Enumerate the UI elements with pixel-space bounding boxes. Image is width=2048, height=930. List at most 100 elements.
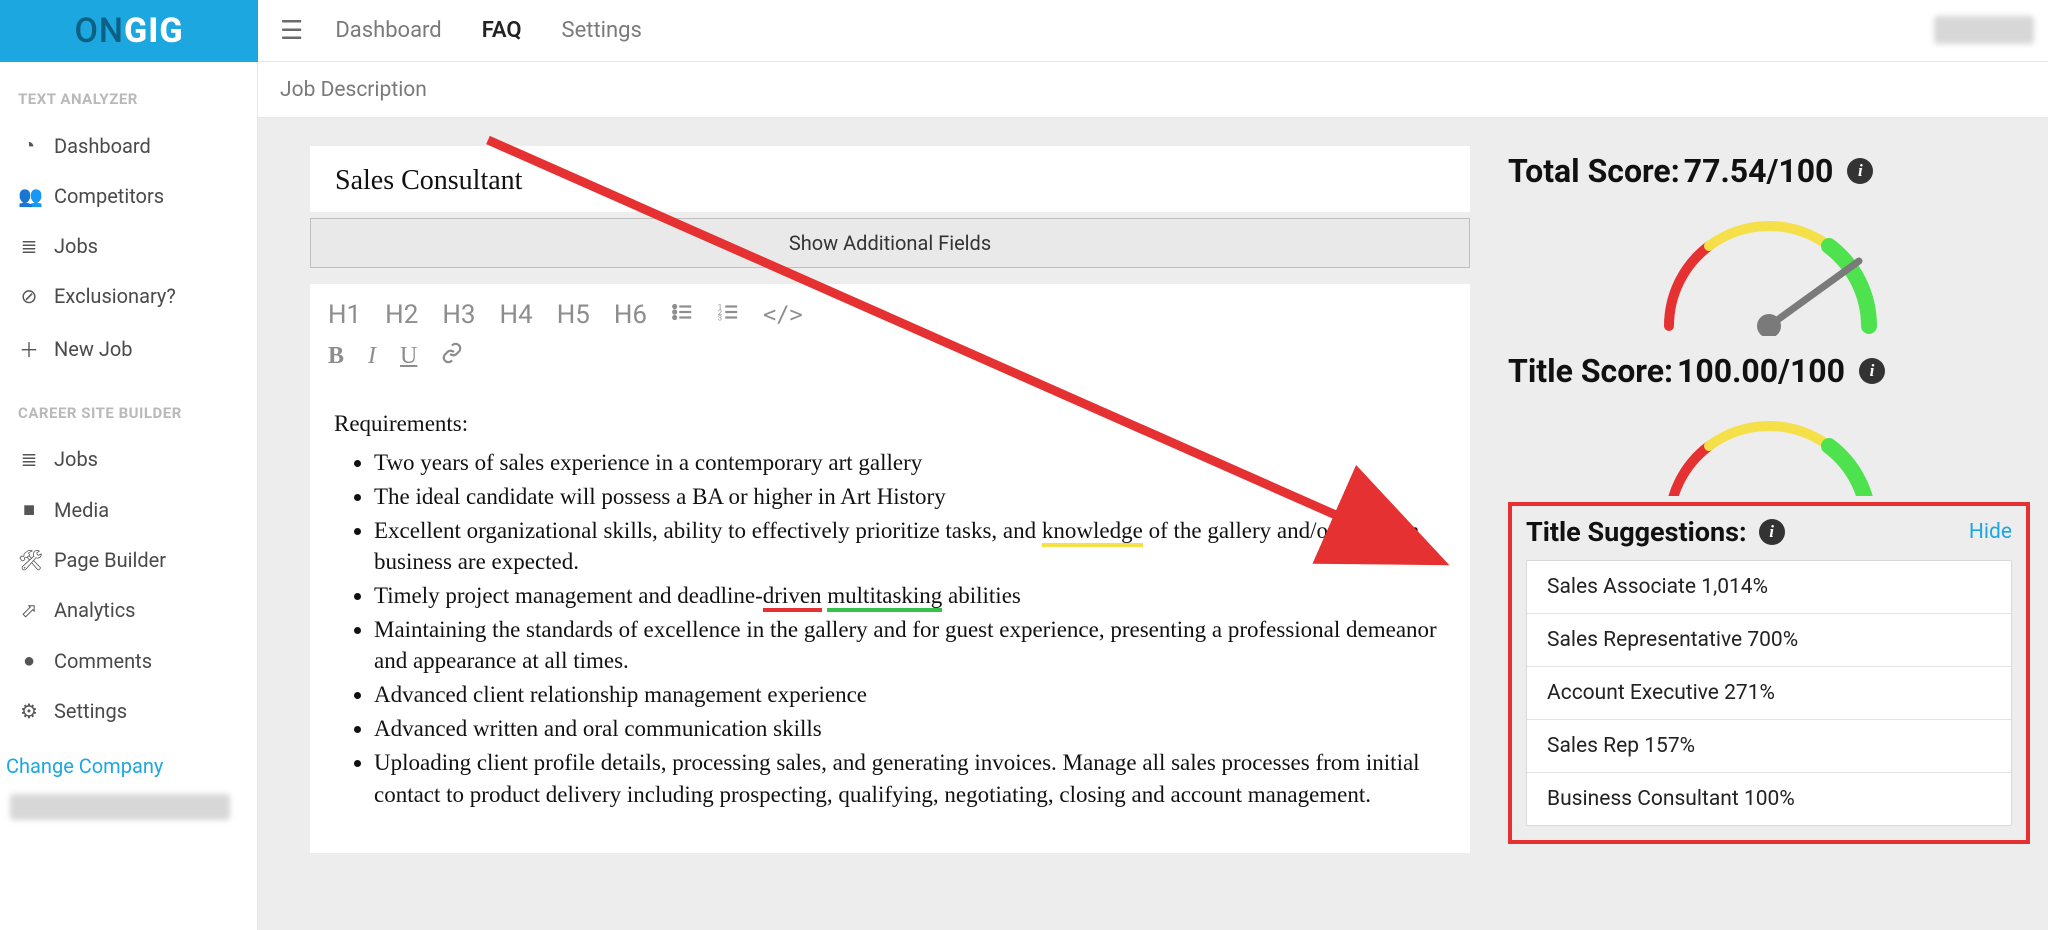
sidebar-item-competitors[interactable]: 👥 Competitors [0,171,257,221]
breadcrumb-text: Job Description [280,78,427,102]
requirement-item: Advanced client relationship management … [374,679,1446,710]
change-company-link[interactable]: Change Company [0,736,257,782]
requirement-item: Timely project management and deadline-d… [374,580,1446,611]
topbar: ☰ Dashboard FAQ Settings [258,0,2048,62]
sidebar-item-label: Exclusionary? [54,284,176,308]
sidebar-item-settings[interactable]: ⚙ Settings [0,686,257,736]
list-icon: ≣ [18,234,40,258]
editor-body[interactable]: Requirements: Two years of sales experie… [310,380,1470,853]
gauge-total [1508,200,2030,340]
sidebar-item-label: Media [54,498,109,522]
requirement-item: Uploading client profile details, proces… [374,747,1446,809]
info-icon[interactable]: i [1847,158,1873,184]
title-suggestion[interactable]: Account Executive 271% [1527,666,2011,719]
info-icon[interactable]: i [1759,519,1785,545]
breadcrumb: Job Description [258,62,2048,118]
link-button[interactable] [441,342,463,370]
sidebar: ONGIG TEXT ANALYZER ◔ Dashboard 👥 Competito… [0,0,258,930]
sidebar-item-exclusionary-[interactable]: ⊘ Exclusionary? [0,271,257,321]
title-score-value: 100.00/100 [1677,352,1845,390]
title-suggestion[interactable]: Sales Associate 1,014% [1527,561,2011,613]
title-suggestion[interactable]: Sales Representative 700% [1527,613,2011,666]
brand-first: ON [74,11,124,51]
h2-button[interactable]: H2 [385,300,418,330]
total-score-value: 77.54/100 [1684,152,1834,190]
sidebar-item-label: Analytics [54,598,136,622]
title-suggestions-header: Title Suggestions: i Hide [1526,516,2012,548]
info-icon[interactable]: i [1859,358,1885,384]
total-score-label: Total Score: [1508,152,1680,190]
ban-icon: ⊘ [18,284,40,308]
hammer-icon: 🛠 [18,548,40,572]
topnav-dashboard[interactable]: Dashboard [335,18,441,43]
gauge-title [1508,400,2030,496]
sidebar-item-jobs[interactable]: ≣ Jobs [0,221,257,271]
job-title-card: Sales Consultant [310,146,1470,212]
sidebar-item-label: Settings [54,699,127,723]
requirement-item: The ideal candidate will possess a BA or… [374,481,1446,512]
total-score-line: Total Score: 77.54/100 i [1508,146,2030,200]
topnav-settings[interactable]: Settings [562,18,642,43]
redacted-company-name [10,794,230,820]
sidebar-item-label: Jobs [54,234,98,258]
topnav-faq[interactable]: FAQ [482,18,522,43]
h1-button[interactable]: H1 [328,300,361,330]
sidebar-item-label: Comments [54,649,152,673]
sidebar-item-comments[interactable]: ● Comments [0,635,257,686]
redacted-user-name [1934,16,2034,44]
bold-button[interactable]: B [328,343,344,370]
title-score-label: Title Score: [1508,352,1673,390]
sidebar-item-label: Page Builder [54,548,166,572]
hide-suggestions-link[interactable]: Hide [1969,520,2012,544]
people-icon: 👥 [18,184,40,208]
sidebar-item-label: Competitors [54,184,164,208]
sidebar-item-page-builder[interactable]: 🛠 Page Builder [0,535,257,585]
hamburger-icon[interactable]: ☰ [280,16,303,46]
title-suggestions-list: Sales Associate 1,014%Sales Representati… [1526,560,2012,826]
requirement-item: Two years of sales experience in a conte… [374,447,1446,478]
chat-icon: ● [18,648,40,673]
video-icon: ■ [18,497,40,522]
brand-logo[interactable]: ONGIG [0,0,258,62]
show-additional-fields-button[interactable]: Show Additional Fields [310,218,1470,268]
sidebar-section-career-site-builder: CAREER SITE BUILDER [0,376,257,434]
sidebar-section-text-analyzer: TEXT ANALYZER [0,62,257,120]
underline-button[interactable]: U [400,343,417,370]
h6-button[interactable]: H6 [614,300,647,330]
job-title[interactable]: Sales Consultant [335,165,1445,197]
requirement-item: Maintaining the standards of excellence … [374,614,1446,676]
title-suggestion[interactable]: Business Consultant 100% [1527,772,2011,825]
sidebar-item-label: Jobs [54,447,98,471]
sidebar-item-analytics[interactable]: ⬀Analytics [0,585,257,635]
title-suggestion[interactable]: Sales Rep 157% [1527,719,2011,772]
code-button[interactable]: </> [763,303,803,328]
numbered-list-button[interactable]: 123 [717,300,739,330]
sidebar-item-label: Dashboard [54,134,151,158]
sidebar-item-jobs[interactable]: ≣ Jobs [0,434,257,484]
editor-toolbar: H1 H2 H3 H4 H5 H6 123 </> B I U [310,284,1470,380]
editor-column: Sales Consultant Show Additional Fields … [310,146,1470,930]
workspace: Sales Consultant Show Additional Fields … [258,118,2048,930]
sidebar-item-dashboard[interactable]: ◔ Dashboard [0,120,257,171]
title-suggestions-label: Title Suggestions: [1526,516,1747,548]
list-icon: ≣ [18,447,40,471]
plus-icon: ＋ [18,334,40,363]
top-nav: Dashboard FAQ Settings [335,18,642,43]
brand-second: GIG [124,11,183,51]
svg-text:3: 3 [718,313,722,322]
h5-button[interactable]: H5 [557,300,590,330]
gear-icon: ⚙ [18,699,40,723]
bullets-button[interactable] [671,300,693,330]
sidebar-item-label: New Job [54,337,133,361]
requirements-heading: Requirements: [334,408,1446,439]
h3-button[interactable]: H3 [442,300,475,330]
h4-button[interactable]: H4 [500,300,533,330]
sidebar-item-media[interactable]: ■ Media [0,484,257,535]
title-score-line: Title Score: 100.00/100 i [1508,346,2030,400]
italic-button[interactable]: I [368,343,376,370]
score-panel: Total Score: 77.54/100 i Title Score: 10… [1508,146,2030,930]
title-suggestions-box: Title Suggestions: i Hide Sales Associat… [1508,502,2030,844]
gauge-icon: ◔ [18,133,40,158]
requirement-item: Advanced written and oral communication … [374,713,1446,744]
sidebar-item-new-job[interactable]: ＋ New Job [0,321,257,376]
